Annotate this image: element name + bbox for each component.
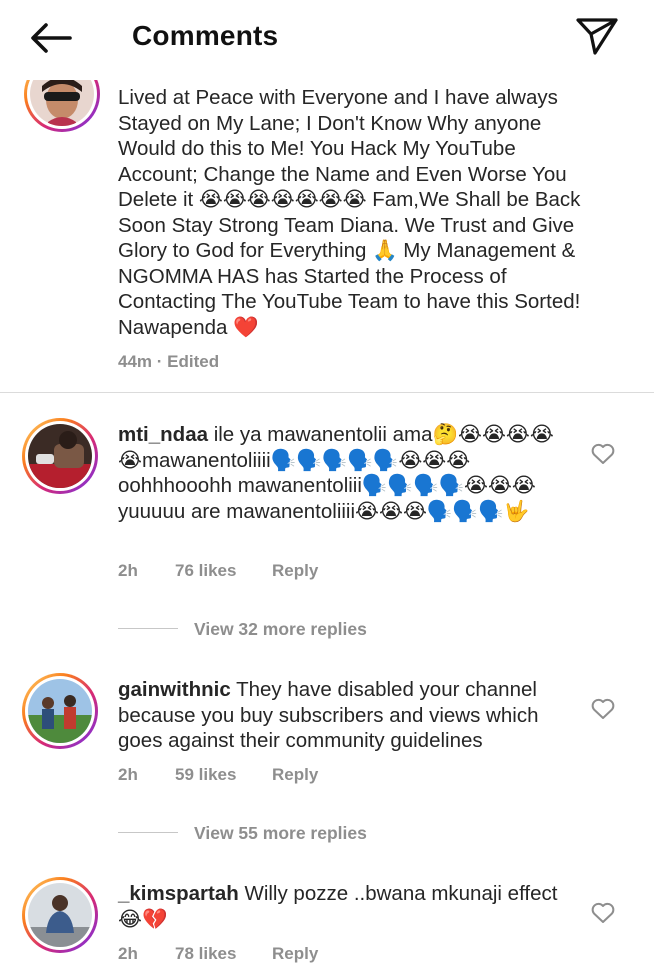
- commenter-avatar[interactable]: [22, 673, 98, 749]
- comment-username[interactable]: _kimspartah: [118, 882, 239, 905]
- avatar-image: [28, 883, 92, 947]
- comment-time: 2h: [118, 765, 138, 784]
- like-button[interactable]: [590, 442, 616, 466]
- likes-count[interactable]: 59 likes: [175, 765, 236, 785]
- likes-count[interactable]: 76 likes: [175, 561, 236, 581]
- top-bar: Comments: [0, 0, 654, 80]
- heart-outline-icon: [591, 902, 615, 923]
- reply-button[interactable]: Reply: [272, 561, 318, 581]
- replies-divider: [118, 628, 178, 629]
- arrow-left-icon: [31, 23, 72, 53]
- avatar-image: [28, 679, 92, 743]
- comment-meta: 2h: [118, 944, 138, 964]
- like-button[interactable]: [590, 901, 616, 925]
- caption-text: Lived at Peace with Everyone and I have …: [118, 86, 581, 339]
- comment-text: _kimspartah Willy pozze ..bwana mkunaji …: [118, 881, 568, 932]
- like-button[interactable]: [590, 697, 616, 721]
- commenter-avatar[interactable]: [22, 877, 98, 953]
- view-replies-button[interactable]: View 55 more replies: [194, 823, 367, 844]
- likes-count[interactable]: 78 likes: [175, 944, 236, 964]
- reply-button[interactable]: Reply: [272, 944, 318, 964]
- comment-meta: 2h: [118, 765, 138, 785]
- reply-button[interactable]: Reply: [272, 765, 318, 785]
- heart-outline-icon: [591, 698, 615, 719]
- replies-divider: [118, 832, 178, 833]
- comment-username[interactable]: gainwithnic: [118, 678, 231, 701]
- comment-text: gainwithnic They have disabled your chan…: [118, 677, 568, 754]
- share-button[interactable]: [574, 14, 620, 58]
- commenter-avatar[interactable]: [22, 418, 98, 494]
- comment-text: mti_ndaa ile ya mawanentolii ama🤔😭😭😭😭😭ma…: [118, 422, 568, 524]
- comment-meta: 2h: [118, 561, 138, 581]
- caption-time: 44m: [118, 352, 153, 371]
- heart-outline-icon: [591, 443, 615, 464]
- page-title: Comments: [132, 20, 279, 51]
- paper-plane-icon: [576, 18, 618, 55]
- view-replies-button[interactable]: View 32 more replies: [194, 619, 367, 640]
- comment-time: 2h: [118, 561, 138, 580]
- meta-separator: ·: [156, 352, 163, 371]
- avatar-image: [28, 424, 92, 488]
- comment-username[interactable]: mti_ndaa: [118, 423, 208, 446]
- caption-divider: [0, 392, 654, 393]
- back-button[interactable]: [26, 18, 76, 58]
- comment-time: 2h: [118, 944, 138, 963]
- edited-label: Edited: [167, 352, 220, 371]
- caption-meta: 44m · Edited: [118, 352, 219, 372]
